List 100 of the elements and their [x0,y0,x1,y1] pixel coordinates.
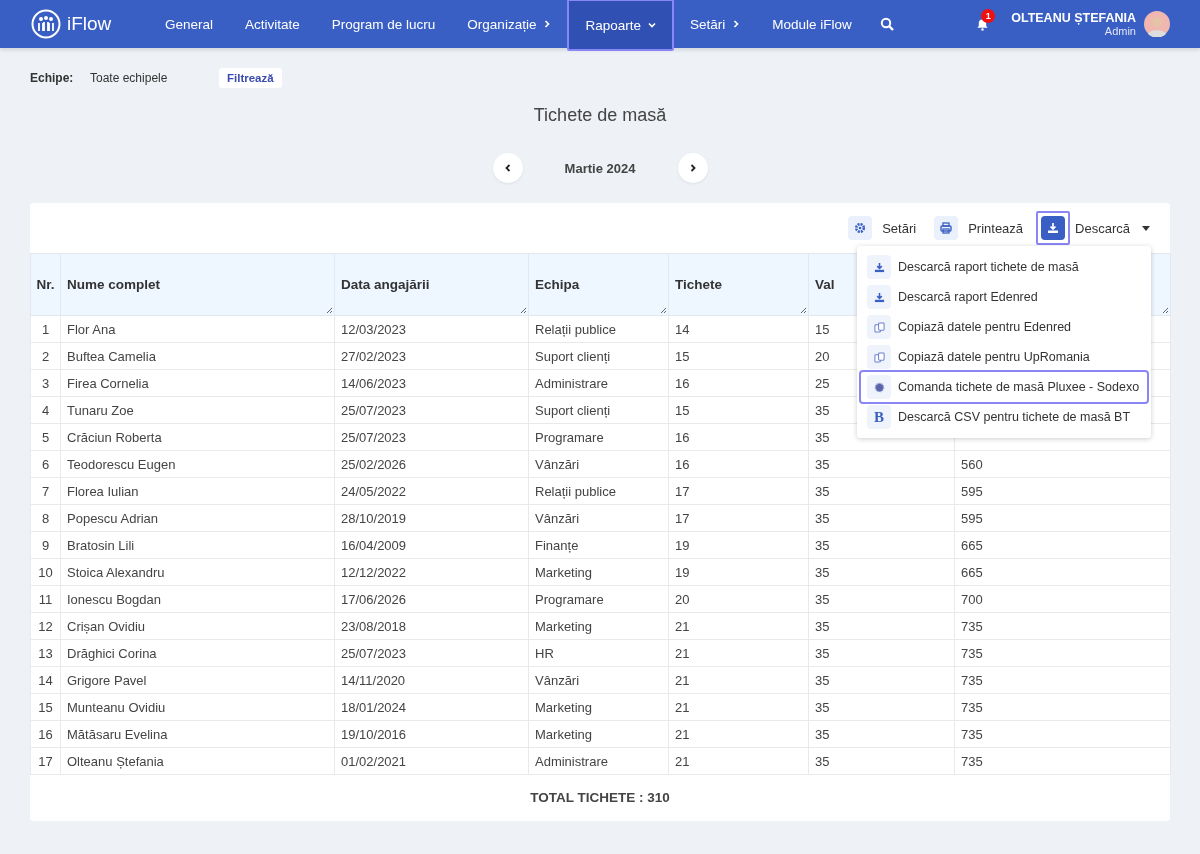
flower-icon [873,381,885,393]
column-header[interactable]: Nume complet [60,253,335,316]
table-cell: 16 [30,720,61,748]
table-cell: 735 [954,666,1171,694]
notification-badge: 1 [981,8,996,23]
table-cell: Drăghici Corina [60,639,335,667]
table-cell: 35 [808,558,955,586]
resize-grip-icon[interactable] [519,306,527,314]
total-label: TOTAL TICHETE : 310 [530,789,670,805]
table-cell: 19 [668,558,809,586]
table-cell: Administrare [528,369,669,397]
table-cell: Marketing [528,558,669,586]
table-cell: 25/07/2023 [334,423,529,451]
table-cell: 17 [30,747,61,775]
table-cell: 735 [954,720,1171,748]
resize-grip-icon[interactable] [325,306,333,314]
table-cell: 12/03/2023 [334,315,529,343]
chevron-right-icon[interactable] [688,164,697,172]
resize-grip-icon[interactable] [659,306,667,314]
table-cell: Relații publice [528,477,669,505]
table-cell: 35 [808,693,955,721]
table-cell: 24/05/2022 [334,477,529,505]
table-cell: Crișan Ovidiu [60,612,335,640]
toolbar-label[interactable]: Descarcă [1075,220,1130,236]
table-cell: 35 [808,639,955,667]
table-cell: 21 [668,693,809,721]
table-cell: 12 [30,612,61,640]
nav-item[interactable]: Activitate [229,0,316,48]
toolbar-label[interactable]: Printează [968,220,1024,236]
table-cell: 8 [30,504,61,532]
menu-item[interactable]: Copiază datele pentru UpRomania [861,342,1147,372]
menu-item[interactable]: Descarcă raport tichete de masă [861,252,1147,282]
table-cell: Programare [528,585,669,613]
table-cell: Suport clienți [528,342,669,370]
table-cell: 11 [30,585,61,613]
table-cell: 35 [808,585,955,613]
table-cell: Popescu Adrian [60,504,335,532]
column-header[interactable]: Data angajării [334,253,529,316]
download-button[interactable] [1036,211,1071,245]
nav-item[interactable]: Program de lucru [315,0,452,48]
table-cell: 35 [808,477,955,505]
column-header[interactable]: Echipa [528,253,669,316]
chevron-down-icon[interactable] [647,21,656,29]
table-cell: Flor Ana [60,315,335,343]
table-cell: 7 [30,477,61,505]
resize-grip-icon[interactable] [1161,306,1169,314]
table-cell: HR [528,639,669,667]
nav-item[interactable]: General [149,0,230,48]
menu-item[interactable]: Descarcă raport Edenred [861,282,1147,312]
chevron-left-icon[interactable] [503,164,512,172]
table-cell: Marketing [528,720,669,748]
table-cell: Marketing [528,693,669,721]
download-icon [1041,216,1066,240]
table-cell: Mătăsaru Evelina [60,720,335,748]
table-cell: Suport clienți [528,396,669,424]
menu-item[interactable]: Comanda tichete de masă Pluxee - Sodexo [861,372,1147,402]
nav-item[interactable]: Module iFlow [756,0,868,48]
search-icon[interactable] [879,17,894,31]
toolbar-label[interactable]: Setări [882,220,917,236]
table-cell: 35 [808,666,955,694]
user-name: OLTEANU ȘTEFANIA [1011,11,1136,25]
nav-item[interactable]: Setări [673,0,757,48]
table-cell: 15 [668,396,809,424]
table-cell: 28/10/2019 [334,504,529,532]
nav-item[interactable]: Organizație [451,0,568,48]
table-cell: 27/02/2023 [334,342,529,370]
filter-value[interactable]: Toate echipele [90,71,219,85]
resize-grip-icon[interactable] [799,306,807,314]
menu-item[interactable]: Copiază datele pentru Edenred [861,312,1147,342]
table-cell: Stoica Alexandru [60,558,335,586]
table-cell: Vânzări [528,666,669,694]
nav-item[interactable]: Rapoarte [567,0,674,51]
table-cell: 35 [808,504,955,532]
table-cell: 25/07/2023 [334,396,529,424]
table-cell: 595 [954,504,1171,532]
table-cell: 16 [668,369,809,397]
user-role: Admin [1104,25,1136,37]
table-cell: 16 [668,450,809,478]
caret-icon[interactable] [1142,225,1150,231]
letter-icon: B [874,408,884,426]
table-cell: Tunaru Zoe [60,396,335,424]
table-cell: 15 [30,693,61,721]
table-cell: 2 [30,342,61,370]
table-cell: Crăciun Roberta [60,423,335,451]
table-cell: 16/04/2009 [334,531,529,559]
table-cell: 665 [954,531,1171,559]
filter-button[interactable]: Filtrează [219,68,282,88]
table-cell: Firea Cornelia [60,369,335,397]
column-header[interactable]: Tichete [668,253,809,316]
table-cell: Administrare [528,747,669,775]
table-cell: 735 [954,639,1171,667]
table-cell: Munteanu Ovidiu [60,693,335,721]
table-cell: 17/06/2026 [334,585,529,613]
avatar[interactable] [1144,11,1170,37]
table-cell: 21 [668,639,809,667]
column-header[interactable]: Nr. [30,253,61,316]
table-cell: 735 [954,693,1171,721]
table-cell: 21 [668,612,809,640]
table-cell: 16 [668,423,809,451]
table-cell: 35 [808,720,955,748]
